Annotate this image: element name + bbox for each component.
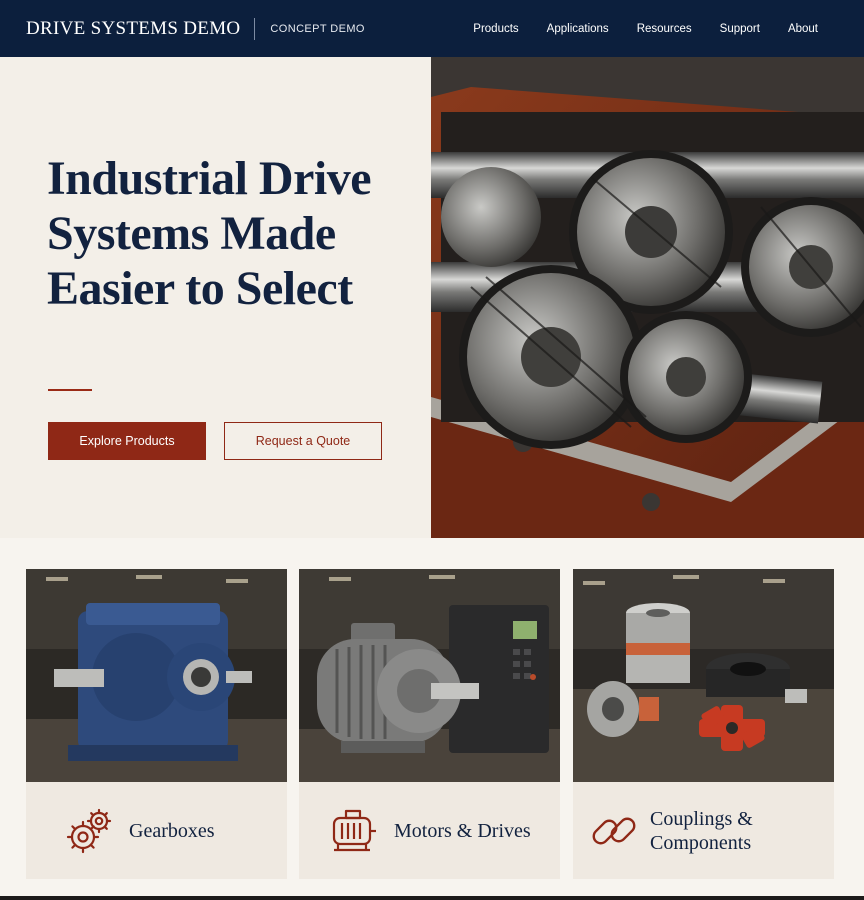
category-footer: Couplings & Components [573, 782, 834, 879]
chain-link-icon [592, 817, 636, 844]
page-bottom-strip [0, 896, 864, 900]
hero-gearbox-image [431, 57, 864, 538]
category-card-gearboxes[interactable]: Gearboxes [26, 569, 287, 879]
nav-about[interactable]: About [788, 23, 818, 35]
brand-tagline: CONCEPT DEMO [270, 22, 365, 35]
category-footer: Gearboxes [26, 782, 287, 879]
request-quote-button[interactable]: Request a Quote [224, 422, 382, 460]
gears-icon [66, 808, 112, 853]
category-footer: Motors & Drives [299, 782, 560, 879]
category-card-couplings[interactable]: Couplings & Components [573, 569, 834, 879]
nav-support[interactable]: Support [720, 23, 760, 35]
category-card-motors-drives[interactable]: Motors & Drives [299, 569, 560, 879]
category-label-gearboxes: Gearboxes [129, 819, 215, 842]
motor-drive-photo [299, 569, 560, 782]
hero-title: Industrial Drive Systems Made Easier to … [47, 152, 372, 315]
hero-panel: Industrial Drive Systems Made Easier to … [0, 57, 431, 538]
category-section: Gearboxes Motors & Drives Couplings & Co… [0, 538, 864, 900]
gearbox-photo [26, 569, 287, 782]
brand-logo[interactable]: DRIVE SYSTEMS DEMO [26, 18, 240, 40]
nav-resources[interactable]: Resources [637, 23, 692, 35]
nav-applications[interactable]: Applications [547, 23, 609, 35]
nav-products[interactable]: Products [473, 23, 518, 35]
category-label-couplings: Couplings & Components [650, 807, 753, 854]
hero-accent-rule [48, 389, 92, 391]
motor-icon [332, 809, 376, 851]
brand-divider [254, 17, 256, 40]
explore-products-button[interactable]: Explore Products [48, 422, 206, 460]
site-header: DRIVE SYSTEMS DEMO CONCEPT DEMO Products… [0, 0, 864, 57]
main-nav: Products Applications Resources Support … [473, 0, 818, 57]
category-label-motors-drives: Motors & Drives [394, 819, 531, 842]
couplings-photo [573, 569, 834, 782]
